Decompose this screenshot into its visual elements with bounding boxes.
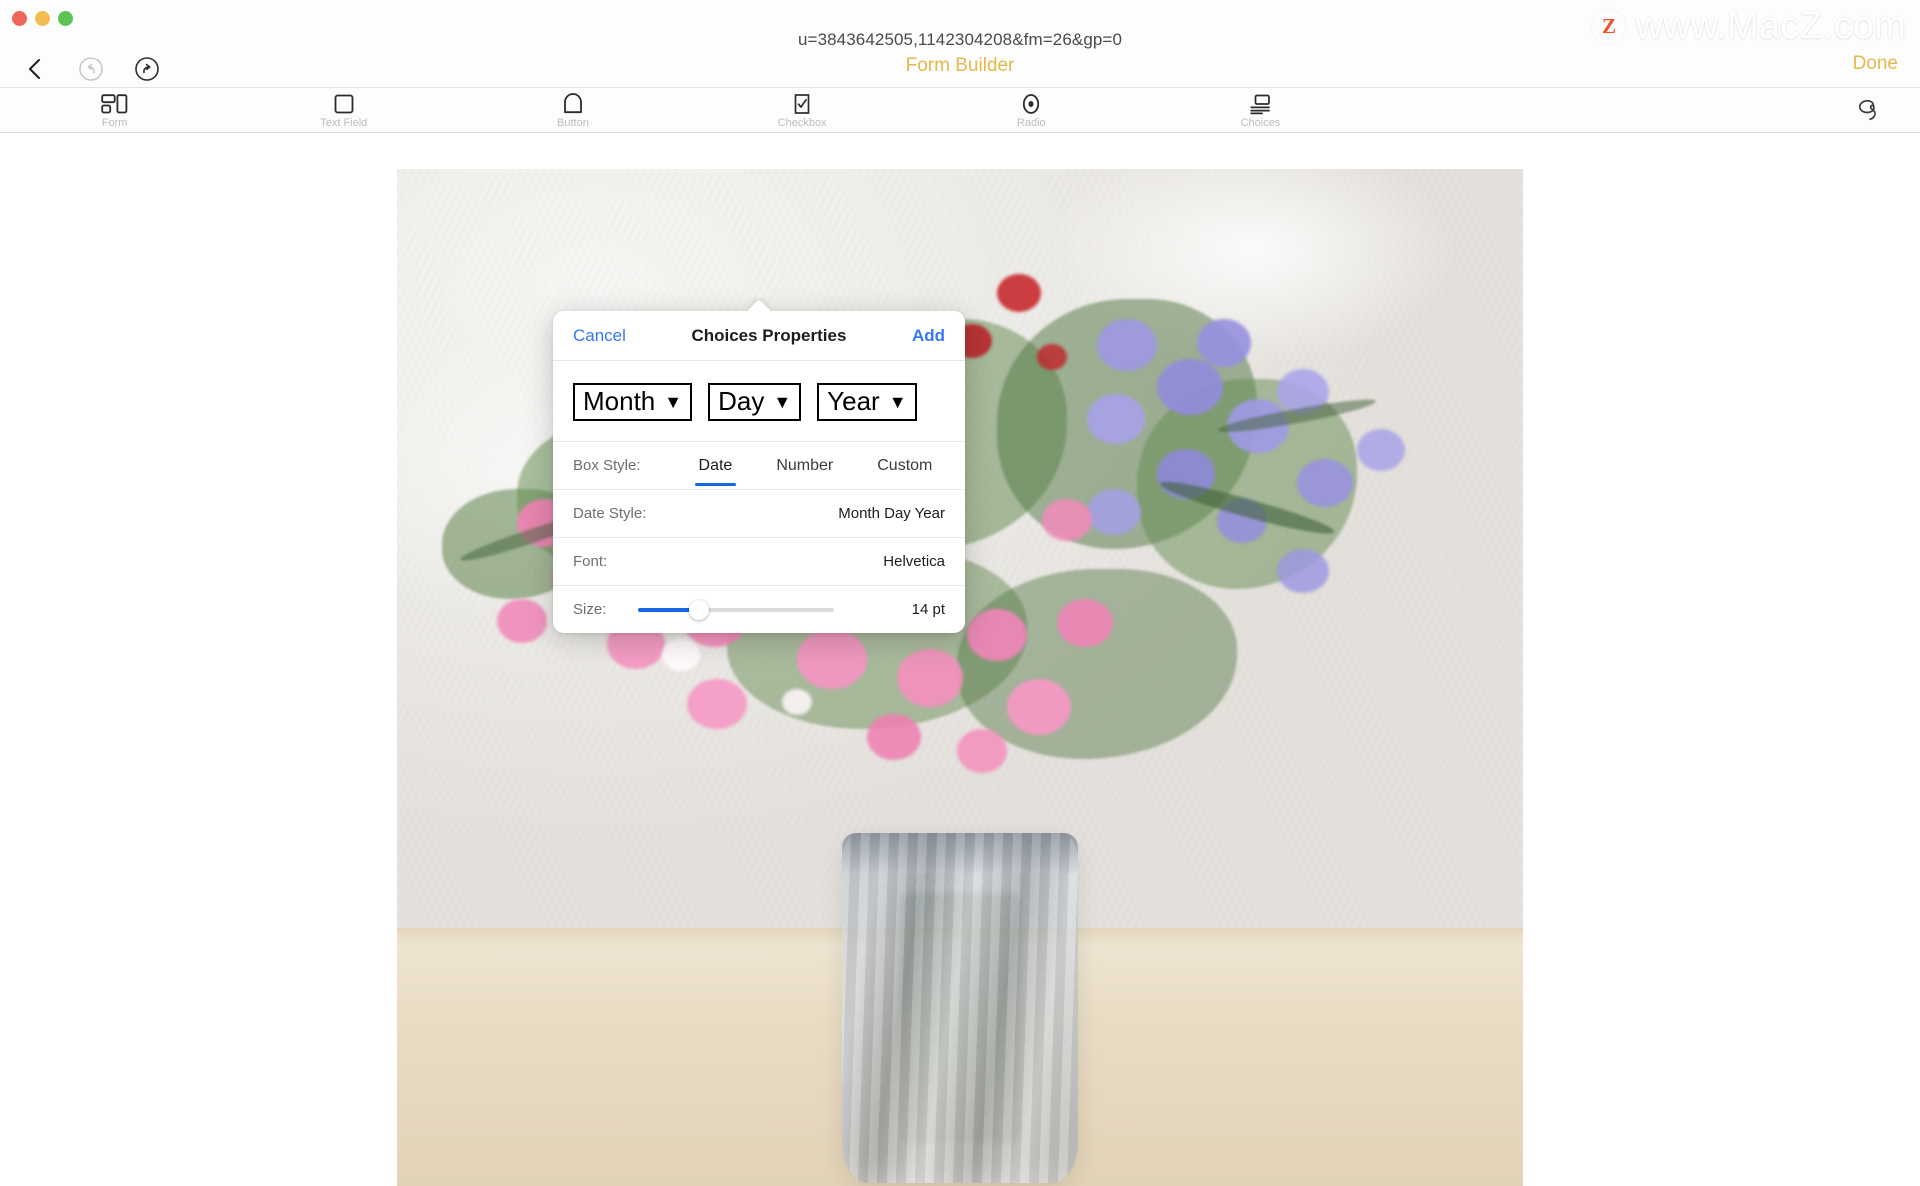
box-style-label: Box Style: xyxy=(573,457,641,475)
tool-text-field[interactable]: Text Field xyxy=(229,88,458,134)
chevron-down-icon: ▼ xyxy=(664,391,683,412)
glass-vase xyxy=(842,833,1078,1183)
day-dropdown-label: Day xyxy=(718,386,765,416)
tool-checkbox[interactable]: Checkbox xyxy=(688,88,917,134)
tool-button[interactable]: Button xyxy=(458,88,687,134)
tool-form[interactable]: Form xyxy=(0,88,229,134)
popover-header: Cancel Choices Properties Add xyxy=(553,311,965,361)
navigation-controls xyxy=(18,52,164,86)
popover-title: Choices Properties xyxy=(691,325,847,345)
date-style-row[interactable]: Date Style: Month Day Year xyxy=(553,489,965,537)
choices-list-icon xyxy=(1248,92,1272,116)
box-style-option-custom[interactable]: Custom xyxy=(877,442,932,489)
tool-label: Button xyxy=(557,117,589,129)
radio-button-icon xyxy=(1019,92,1043,116)
chevron-down-icon: ▼ xyxy=(773,391,792,412)
choices-preview: Month ▼ Day ▼ Year ▼ xyxy=(553,361,965,441)
font-label: Font: xyxy=(573,553,608,571)
slider-knob[interactable] xyxy=(689,599,710,620)
box-style-segmented-control: Date Number Custom xyxy=(694,442,932,489)
minimize-button[interactable] xyxy=(35,11,50,26)
undo-icon[interactable] xyxy=(74,52,108,86)
tool-label: Form xyxy=(101,117,128,129)
box-style-option-number[interactable]: Number xyxy=(776,442,833,489)
form-tool-strip: Form Text Field Button Checkbox Radio Ch… xyxy=(0,87,1920,133)
box-style-row: Box Style: Date Number Custom xyxy=(553,441,965,489)
year-dropdown[interactable]: Year ▼ xyxy=(817,383,917,422)
tool-label: Radio xyxy=(1016,117,1046,129)
close-button[interactable] xyxy=(12,11,27,26)
font-value[interactable]: Helvetica xyxy=(883,553,945,570)
traffic-lights xyxy=(12,11,73,26)
size-slider[interactable] xyxy=(638,599,835,620)
tool-label: Text Field xyxy=(320,117,368,129)
date-style-value[interactable]: Month Day Year xyxy=(838,505,945,522)
box-style-option-date[interactable]: Date xyxy=(694,442,737,489)
font-row[interactable]: Font: Helvetica xyxy=(553,537,965,585)
maximize-button[interactable] xyxy=(58,11,73,26)
back-chevron-icon[interactable] xyxy=(18,52,52,86)
size-row: Size: 14 pt xyxy=(553,585,965,633)
size-label: Size: xyxy=(573,601,607,619)
redo-icon[interactable] xyxy=(130,52,164,86)
tool-choices[interactable]: Choices xyxy=(1146,88,1375,134)
document-canvas[interactable]: Cancel Choices Properties Add Month ▼ Da… xyxy=(0,133,1920,1186)
document-filename: u=3843642505,1142304208&fm=26&gp=0 xyxy=(797,30,1123,49)
rounded-button-icon xyxy=(561,92,585,116)
date-style-label: Date Style: xyxy=(573,505,647,523)
done-button[interactable]: Done xyxy=(1853,53,1898,75)
popover-arrow xyxy=(746,298,772,312)
form-layout-icon xyxy=(100,92,129,116)
chevron-down-icon: ▼ xyxy=(888,391,907,412)
month-dropdown-label: Month xyxy=(583,386,656,416)
choices-properties-popover: Cancel Choices Properties Add Month ▼ Da… xyxy=(553,311,965,634)
year-dropdown-label: Year xyxy=(827,386,880,416)
day-dropdown[interactable]: Day ▼ xyxy=(708,383,802,422)
size-value: 14 pt xyxy=(911,601,945,619)
signature-icon[interactable] xyxy=(1850,94,1890,128)
app-window: u=3843642505,1142304208&fm=26&gp=0 Form … xyxy=(0,0,1920,1186)
month-dropdown[interactable]: Month ▼ xyxy=(573,383,693,422)
page-title: Form Builder xyxy=(905,55,1015,76)
tool-radio[interactable]: Radio xyxy=(917,88,1146,134)
tool-label: Choices xyxy=(1240,117,1281,129)
form-tool-list: Form Text Field Button Checkbox Radio Ch… xyxy=(0,88,1375,134)
add-button[interactable]: Add xyxy=(912,326,945,346)
tool-label: Checkbox xyxy=(777,117,827,129)
checkbox-icon xyxy=(791,92,813,116)
square-icon xyxy=(332,92,356,116)
cancel-button[interactable]: Cancel xyxy=(573,326,626,346)
